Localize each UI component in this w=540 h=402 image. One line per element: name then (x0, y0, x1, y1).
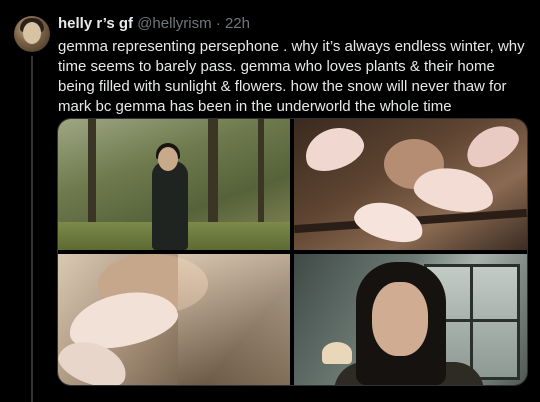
flower-petal (459, 119, 525, 175)
tweet-header: helly r’s gf @hellyrism · 22h (58, 14, 250, 34)
window-mullion (470, 267, 473, 377)
flower-petal (350, 195, 428, 249)
user-handle[interactable]: @hellyrism (137, 15, 211, 32)
woman-head (158, 147, 178, 171)
timestamp[interactable]: 22h (225, 15, 250, 32)
tweet[interactable]: helly r’s gf @hellyrism · 22h gemma repr… (0, 0, 540, 402)
media-image-1[interactable] (58, 119, 290, 250)
media-image-2[interactable] (294, 119, 527, 250)
media-grid (57, 118, 528, 386)
flower-petal (298, 119, 370, 179)
display-name[interactable]: helly r’s gf (58, 15, 133, 32)
avatar-face (23, 22, 41, 44)
woman-figure (152, 161, 188, 250)
media-image-4[interactable] (294, 254, 527, 385)
light-glow (178, 254, 290, 385)
separator-dot: · (215, 15, 221, 32)
lamp (322, 342, 352, 364)
tweet-text: gemma representing persephone . why it’s… (58, 38, 525, 115)
avatar[interactable] (14, 16, 50, 52)
thread-line (31, 56, 33, 402)
media-image-3[interactable] (58, 254, 290, 385)
woman-face (372, 282, 428, 356)
